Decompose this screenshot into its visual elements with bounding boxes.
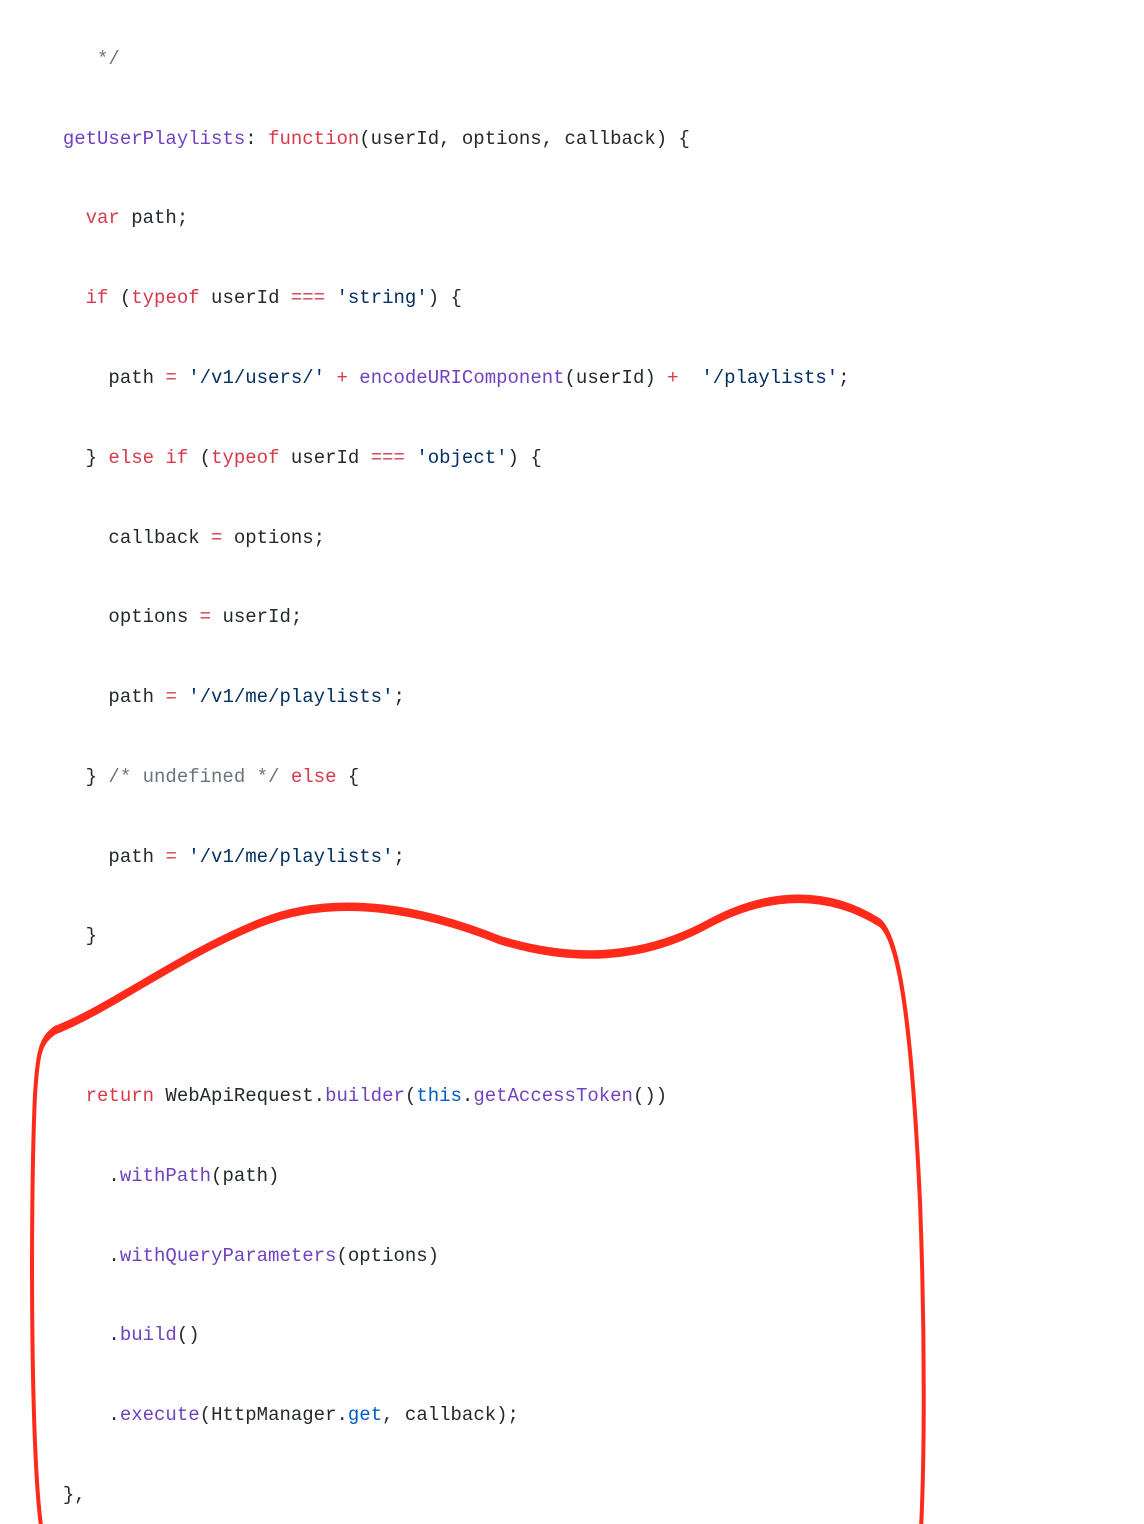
code-text: ( (188, 447, 211, 469)
code-line: .execute(HttpManager.get, callback); (40, 1396, 1104, 1436)
code-text: { (336, 766, 359, 788)
function-call: encodeURIComponent (359, 367, 564, 389)
code-line (40, 997, 1104, 1037)
code-text: ) { (508, 447, 542, 469)
code-text: ) { (428, 287, 462, 309)
code-text: callback (108, 527, 211, 549)
code-text: ( (405, 1085, 416, 1107)
keyword-function: function (268, 128, 359, 150)
code-text: . (108, 1165, 119, 1187)
code-line: path = '/v1/users/' + encodeURIComponent… (40, 359, 1104, 399)
method-with-path: withPath (120, 1165, 211, 1187)
keyword-this: this (416, 1085, 462, 1107)
code-line: */ (40, 40, 1104, 80)
code-text: ( (200, 1404, 211, 1426)
comment: */ (97, 48, 120, 70)
string-literal: '/playlists' (690, 367, 838, 389)
code-text: (path) (211, 1165, 279, 1187)
code-text: path (108, 846, 165, 868)
code-text: } (86, 447, 109, 469)
code-block: */ getUserPlaylists: function(userId, op… (0, 0, 1144, 1524)
code-line: if (typeof userId === 'string') { (40, 279, 1104, 319)
code-text: . (108, 1324, 119, 1346)
string-literal: 'object' (405, 447, 508, 469)
keyword-if: if (154, 447, 188, 469)
code-text: path (108, 686, 165, 708)
code-text: } (86, 766, 97, 788)
code-line: }, (40, 1476, 1104, 1516)
operator: + (656, 367, 690, 389)
keyword-var: var (86, 207, 120, 229)
code-line: getUserPlaylists: function(userId, optio… (40, 120, 1104, 160)
method-get: get (348, 1404, 382, 1426)
code-text: userId (200, 287, 291, 309)
code-line: .withQueryParameters(options) (40, 1237, 1104, 1277)
code-line: } else if (typeof userId === 'object') { (40, 439, 1104, 479)
code-text: options; (222, 527, 325, 549)
method-execute: execute (120, 1404, 200, 1426)
code-line: var path; (40, 199, 1104, 239)
operator: + (325, 367, 359, 389)
operator: = (200, 606, 211, 628)
code-line: options = userId; (40, 598, 1104, 638)
keyword-if: if (86, 287, 109, 309)
code-text: . (336, 1404, 347, 1426)
code-text: . (314, 1085, 325, 1107)
operator: = (211, 527, 222, 549)
code-text: ; (393, 686, 404, 708)
code-text: . (108, 1404, 119, 1426)
code-line: callback = options; (40, 519, 1104, 559)
operator: = (165, 846, 176, 868)
code-text: (userId, options, callback) { (359, 128, 690, 150)
method-with-query: withQueryParameters (120, 1245, 337, 1267)
keyword-else: else (291, 766, 337, 788)
code-line: path = '/v1/me/playlists'; (40, 678, 1104, 718)
code-text: WebApiRequest (154, 1085, 314, 1107)
keyword-typeof: typeof (131, 287, 199, 309)
string-literal: '/v1/me/playlists' (177, 686, 394, 708)
operator: === (291, 287, 325, 309)
code-line: return WebApiRequest.builder(this.getAcc… (40, 1077, 1104, 1117)
string-literal: '/v1/users/' (177, 367, 325, 389)
code-text: path (108, 367, 165, 389)
comment: /* undefined */ (97, 766, 291, 788)
keyword-typeof: typeof (211, 447, 279, 469)
code-line: path = '/v1/me/playlists'; (40, 838, 1104, 878)
method-access-token: getAccessToken (473, 1085, 633, 1107)
code-text: ; (838, 367, 849, 389)
code-text: () (177, 1324, 200, 1346)
string-literal: 'string' (325, 287, 428, 309)
operator: = (165, 367, 176, 389)
code-text: , callback); (382, 1404, 519, 1426)
operator: === (371, 447, 405, 469)
code-line: .build() (40, 1316, 1104, 1356)
code-line: } /* undefined */ else { (40, 758, 1104, 798)
code-line: } (40, 917, 1104, 957)
code-text: ()) (633, 1085, 667, 1107)
method-build: build (120, 1324, 177, 1346)
code-text: path; (120, 207, 188, 229)
code-text: ( (108, 287, 131, 309)
method-name: getUserPlaylists (63, 128, 245, 150)
code-text: . (108, 1245, 119, 1267)
keyword-return: return (86, 1085, 154, 1107)
code-text: } (86, 925, 97, 947)
code-text: ; (393, 846, 404, 868)
code-text: : (245, 128, 256, 150)
code-text: userId; (211, 606, 302, 628)
method-builder: builder (325, 1085, 405, 1107)
code-text: userId (279, 447, 370, 469)
keyword-else: else (108, 447, 154, 469)
operator: = (165, 686, 176, 708)
code-text: (options) (336, 1245, 439, 1267)
code-text: . (462, 1085, 473, 1107)
code-text: HttpManager (211, 1404, 336, 1426)
code-text: }, (63, 1484, 86, 1506)
code-text: (userId) (565, 367, 656, 389)
string-literal: '/v1/me/playlists' (177, 846, 394, 868)
code-text: options (108, 606, 199, 628)
code-line: .withPath(path) (40, 1157, 1104, 1197)
